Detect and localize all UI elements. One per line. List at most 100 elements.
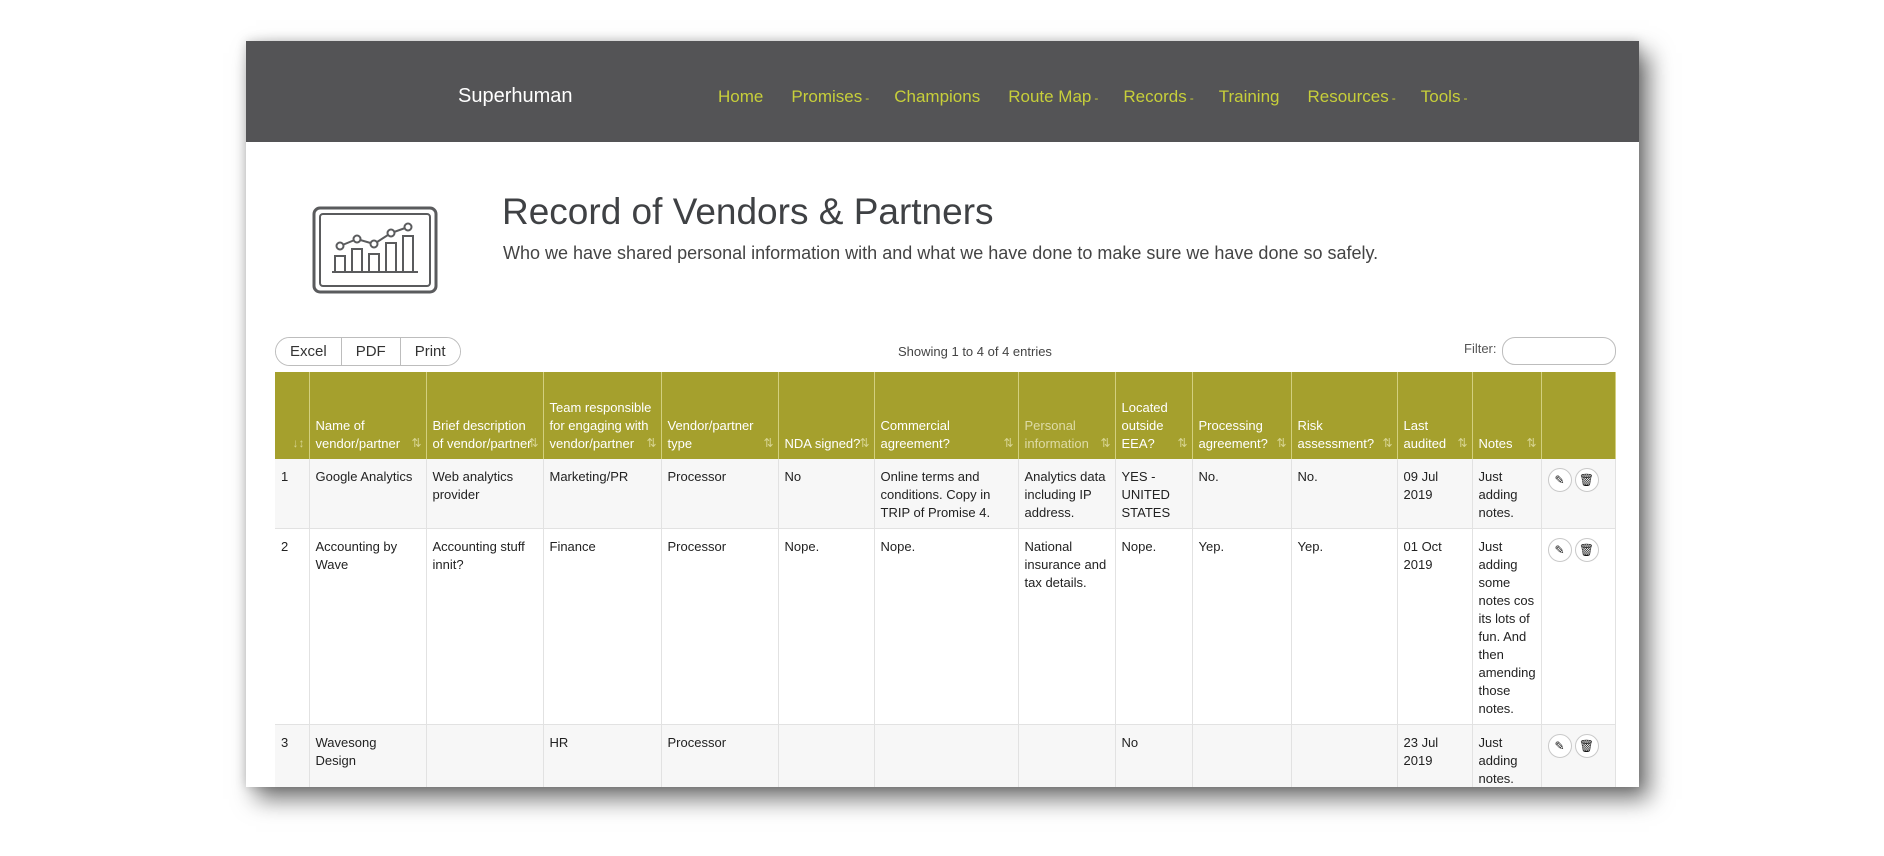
trash-icon[interactable]: 🗑 — [1574, 468, 1599, 492]
sort-icon: ⇅ — [859, 436, 870, 450]
cell-type: Processor — [661, 459, 779, 529]
col-header-personal-info[interactable]: Personal information ⇅ — [1018, 372, 1116, 459]
cell-personal-info: Analytics data including IP address. — [1018, 459, 1116, 529]
sort-icon: ⇅ — [1003, 436, 1014, 450]
chart-monitor-icon — [312, 206, 438, 294]
table-row: 2 Accounting by Wave Accounting stuff in… — [275, 528, 1616, 725]
navbar: Superhuman Home Promises - Champions Rout… — [246, 41, 1639, 142]
sort-icon: ⇅ — [763, 436, 774, 450]
sort-icon: ⇅ — [1526, 436, 1537, 450]
caret-icon: - — [1391, 91, 1396, 105]
cell-last-audited: 09 Jul 2019 — [1397, 459, 1473, 529]
col-header-type[interactable]: Vendor/partner type ⇅ — [661, 372, 779, 459]
cell-located: No — [1115, 724, 1193, 787]
menu-route-map[interactable]: Route Map - — [1008, 87, 1098, 107]
col-header-notes[interactable]: Notes ⇅ — [1472, 372, 1542, 459]
filter-label: Filter: — [1464, 341, 1497, 356]
cell-actions: ✎ 🗑 — [1541, 724, 1616, 787]
col-header-processing[interactable]: Processing agreement? ⇅ — [1192, 372, 1292, 459]
cell-notes: Just adding notes. — [1472, 459, 1542, 529]
cell-personal-info — [1018, 724, 1116, 787]
cell-index: 3 — [275, 724, 310, 787]
excel-button[interactable]: Excel — [276, 338, 342, 365]
col-header-located[interactable]: Located outside EEA? ⇅ — [1115, 372, 1193, 459]
caret-icon: - — [1094, 91, 1099, 105]
table-header-row: ↓↕ Name of vendor/partner ⇅ Brief descrip… — [275, 372, 1616, 459]
cell-located: Nope. — [1115, 528, 1193, 725]
cell-personal-info: National insurance and tax details. — [1018, 528, 1116, 725]
print-button[interactable]: Print — [400, 338, 460, 365]
menu-promises[interactable]: Promises - — [791, 87, 869, 107]
col-header-team[interactable]: Team responsible for engaging with vendo… — [543, 372, 662, 459]
cell-description — [426, 724, 544, 787]
brand-logo[interactable]: Superhuman — [458, 85, 573, 108]
cell-processing: No. — [1192, 459, 1292, 529]
sort-icon: ⇅ — [411, 436, 422, 450]
pencil-icon[interactable]: ✎ — [1547, 538, 1572, 562]
cell-processing — [1192, 724, 1292, 787]
menu-training[interactable]: Training — [1219, 87, 1283, 107]
sort-icon: ⇅ — [646, 436, 657, 450]
cell-type: Processor — [661, 528, 779, 725]
cell-type: Processor — [661, 724, 779, 787]
col-header-description[interactable]: Brief description of vendor/partner ⇅ — [426, 372, 544, 459]
cell-name: Wavesong Design — [309, 724, 427, 787]
cell-located: YES - UNITED STATES — [1115, 459, 1193, 529]
cell-nda: No — [778, 459, 875, 529]
sort-icon: ⇅ — [1382, 436, 1393, 450]
cell-team: Finance — [543, 528, 662, 725]
menu-champions[interactable]: Champions — [894, 87, 983, 107]
cell-name: Google Analytics — [309, 459, 427, 529]
cell-description: Accounting stuff innit? — [426, 528, 544, 725]
menu-records[interactable]: Records - — [1123, 87, 1193, 107]
sort-asc-icon: ↓↕ — [292, 436, 305, 450]
menu-resources[interactable]: Resources - — [1308, 87, 1396, 107]
cell-nda — [778, 724, 875, 787]
cell-last-audited: 23 Jul 2019 — [1397, 724, 1473, 787]
col-header-index[interactable]: ↓↕ — [275, 372, 310, 459]
cell-processing: Yep. — [1192, 528, 1292, 725]
vendors-table: ↓↕ Name of vendor/partner ⇅ Brief descrip… — [275, 372, 1616, 787]
cell-notes: Just adding notes. — [1472, 724, 1542, 787]
cell-team: HR — [543, 724, 662, 787]
cell-risk — [1291, 724, 1398, 787]
page-subtitle: Who we have shared personal information … — [503, 243, 1379, 263]
pencil-icon[interactable]: ✎ — [1547, 734, 1572, 758]
pdf-button[interactable]: PDF — [341, 338, 401, 365]
table-info: Showing 1 to 4 of 4 entries — [898, 344, 1052, 359]
col-header-commercial[interactable]: Commercial agreement? ⇅ — [874, 372, 1019, 459]
cell-description: Web analytics provider — [426, 459, 544, 529]
trash-icon[interactable]: 🗑 — [1574, 538, 1599, 562]
cell-index: 2 — [275, 528, 310, 725]
sort-icon: ⇅ — [528, 436, 539, 450]
caret-icon: - — [1463, 91, 1468, 105]
cell-team: Marketing/PR — [543, 459, 662, 529]
cell-risk: No. — [1291, 459, 1398, 529]
col-header-name[interactable]: Name of vendor/partner ⇅ — [309, 372, 427, 459]
cell-nda: Nope. — [778, 528, 875, 725]
sort-icon: ⇅ — [1100, 436, 1111, 450]
menu-home[interactable]: Home — [718, 87, 766, 107]
page-title: Record of Vendors & Partners — [502, 191, 994, 232]
col-header-nda[interactable]: NDA signed? ⇅ — [778, 372, 875, 459]
col-header-last-audited[interactable]: Last audited ⇅ — [1397, 372, 1473, 459]
browser-window: Superhuman Home Promises - Champions Rout… — [246, 41, 1639, 787]
export-button-group: Excel PDF Print — [275, 337, 461, 366]
menu-tools[interactable]: Tools - — [1421, 87, 1468, 107]
cell-last-audited: 01 Oct 2019 — [1397, 528, 1473, 725]
trash-icon[interactable]: 🗑 — [1574, 734, 1599, 758]
sort-icon: ⇅ — [1457, 436, 1468, 450]
sort-icon: ⇅ — [1177, 436, 1188, 450]
cell-commercial — [874, 724, 1019, 787]
col-header-actions — [1541, 372, 1616, 459]
sort-icon: ⇅ — [1276, 436, 1287, 450]
cell-commercial: Nope. — [874, 528, 1019, 725]
cell-risk: Yep. — [1291, 528, 1398, 725]
cell-actions: ✎ 🗑 — [1541, 459, 1616, 529]
pencil-icon[interactable]: ✎ — [1547, 468, 1572, 492]
col-header-risk[interactable]: Risk assessment? ⇅ — [1291, 372, 1398, 459]
main-menu: Home Promises - Champions Route Map - Reco… — [718, 87, 1492, 107]
filter-input[interactable] — [1502, 337, 1616, 365]
table-row: 3 Wavesong Design HR Processor No 23 Jul… — [275, 724, 1616, 787]
table-row: 1 Google Analytics Web analytics provide… — [275, 459, 1616, 529]
